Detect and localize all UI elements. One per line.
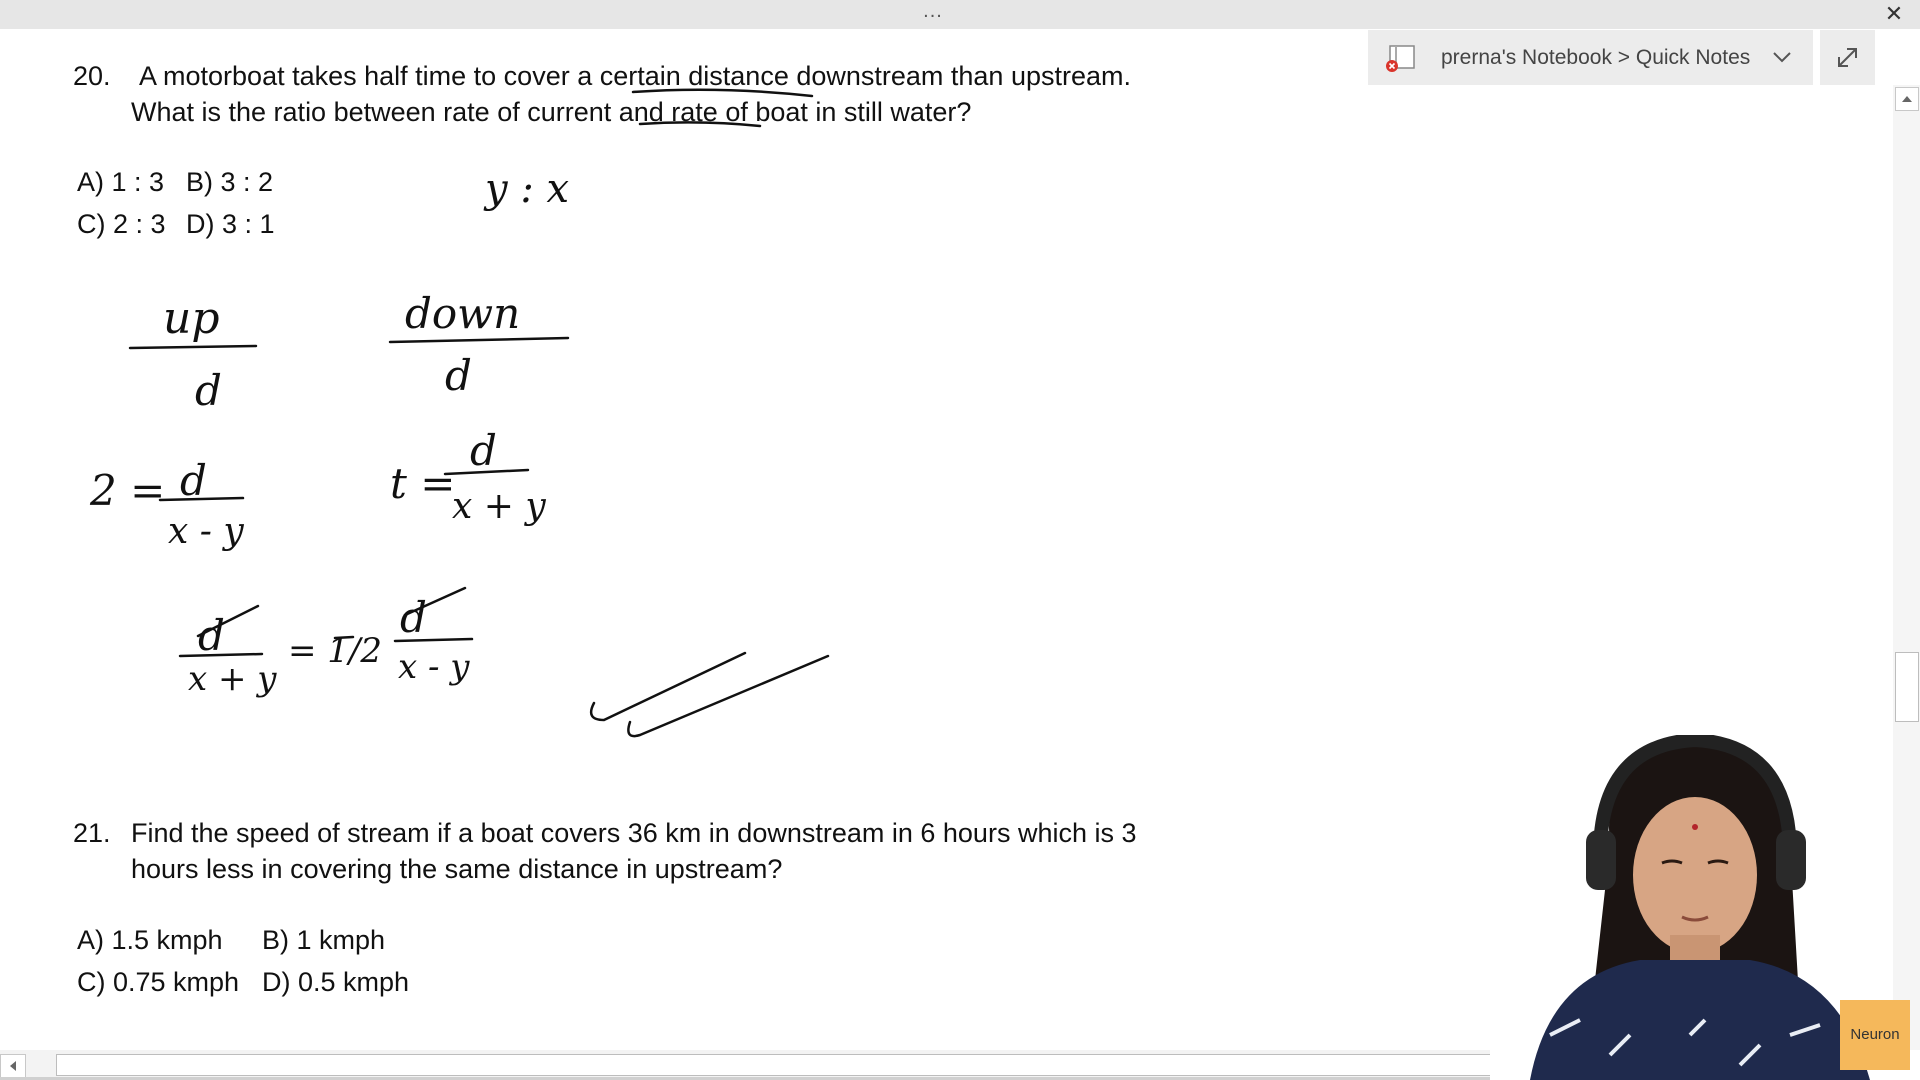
expand-button[interactable]: [1820, 30, 1875, 85]
hw-t-right: t =: [390, 459, 455, 508]
scroll-up-button[interactable]: [1895, 87, 1919, 111]
check-mark: [589, 651, 747, 722]
notebook-switcher[interactable]: prerna's Notebook > Quick Notes: [1368, 30, 1813, 85]
hw-final-right-num: d: [400, 593, 427, 642]
check-mark: [627, 654, 830, 738]
hw-t-right-den: x + y: [452, 486, 546, 527]
hw-up-d: d: [195, 366, 222, 415]
underline-stroke: [631, 88, 814, 98]
brand-logo: Neuron: [1840, 1000, 1910, 1070]
vertical-scroll-thumb[interactable]: [1895, 652, 1919, 722]
arrow-left-icon: [10, 1061, 16, 1071]
hw-up: up: [163, 293, 220, 344]
horizontal-scroll-thumb[interactable]: [56, 1054, 1518, 1076]
hw-t-left-den: x - y: [168, 511, 244, 552]
hw-t-right-num: d: [470, 426, 497, 475]
hw-ratio: y : x: [483, 166, 569, 212]
hw-final-half: = 1/2: [288, 631, 382, 671]
underline-stroke: [638, 121, 762, 128]
hw-final-left-num: d: [198, 611, 225, 660]
hw-final-right-den: x - y: [398, 647, 470, 687]
webcam-presenter: [1490, 735, 1893, 1080]
fraction-bar: [128, 344, 258, 350]
expand-icon: [1838, 48, 1857, 67]
fraction-bar: [388, 336, 570, 344]
hw-t-left: 2 =: [89, 466, 165, 515]
chevron-down-icon[interactable]: [1771, 46, 1793, 68]
vertical-scrollbar[interactable]: [1893, 85, 1920, 1050]
notebook-icon: [1386, 45, 1415, 72]
hw-down-d: d: [445, 351, 472, 400]
hw-final-left-den: x + y: [188, 659, 277, 699]
scroll-left-button[interactable]: [0, 1054, 26, 1078]
onenote-window: ... ✕ 20. A motorboat takes half time to…: [0, 0, 1920, 1080]
arrow-up-icon: [1902, 96, 1912, 102]
hw-t-left-num: d: [180, 456, 207, 505]
hw-down: down: [405, 289, 520, 338]
notebook-path[interactable]: prerna's Notebook > Quick Notes: [1441, 46, 1750, 70]
